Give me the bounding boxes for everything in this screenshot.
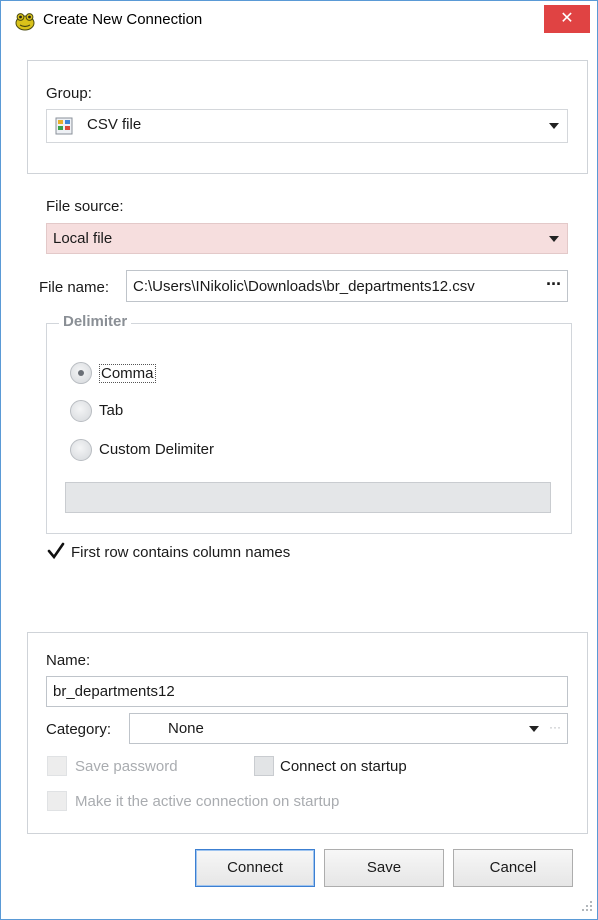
connect-on-startup-label[interactable]: Connect on startup — [280, 758, 407, 775]
app-frog-icon — [15, 13, 35, 31]
csv-file-icon — [55, 117, 73, 135]
save-password-checkbox[interactable] — [47, 756, 67, 776]
radio-custom-delimiter-label[interactable]: Custom Delimiter — [99, 441, 214, 458]
connect-button[interactable]: Connect — [195, 849, 315, 887]
checkmark-icon[interactable] — [47, 542, 65, 560]
name-value: br_departments12 — [53, 683, 175, 700]
group-select[interactable]: CSV file — [46, 109, 568, 143]
file-source-value: Local file — [53, 230, 113, 247]
make-active-checkbox[interactable] — [47, 791, 67, 811]
radio-custom-delimiter[interactable] — [70, 439, 92, 461]
close-button[interactable]: ✕ — [544, 5, 590, 33]
title-bar[interactable]: Create New Connection ✕ — [1, 1, 597, 38]
file-name-value: C:\Users\INikolic\Downloads\br_departmen… — [133, 278, 475, 295]
delimiter-legend: Delimiter — [59, 313, 132, 330]
connect-on-startup-checkbox[interactable] — [254, 756, 274, 776]
cancel-button[interactable]: Cancel — [453, 849, 573, 887]
file-source-label: File source: — [46, 198, 124, 215]
group-label: Group: — [46, 85, 92, 102]
radio-comma[interactable] — [70, 362, 92, 384]
category-label: Category: — [46, 721, 112, 738]
browse-button[interactable]: ··· — [546, 274, 562, 295]
chevron-down-icon — [549, 123, 559, 129]
category-value: None — [168, 720, 204, 737]
file-name-label: File name: — [39, 279, 110, 296]
file-name-input[interactable]: C:\Users\INikolic\Downloads\br_departmen… — [126, 270, 568, 302]
file-source-select[interactable]: Local file — [46, 223, 568, 254]
category-more-button[interactable]: ··· — [549, 720, 561, 734]
make-active-label: Make it the active connection on startup — [75, 793, 340, 810]
dialog-window: Create New Connection ✕ Group: CSV file … — [0, 0, 598, 920]
connection-details-panel: Name: br_departments12 Category: None ··… — [27, 632, 588, 834]
group-panel: Group: CSV file — [27, 60, 588, 174]
save-button[interactable]: Save — [324, 849, 444, 887]
radio-tab[interactable] — [70, 400, 92, 422]
chevron-down-icon — [529, 726, 539, 732]
radio-comma-label[interactable]: Comma — [99, 364, 156, 383]
name-input[interactable]: br_departments12 — [46, 676, 568, 707]
radio-tab-label[interactable]: Tab — [99, 402, 123, 419]
category-select[interactable]: None ··· — [129, 713, 568, 744]
first-row-label[interactable]: First row contains column names — [71, 544, 290, 561]
window-title: Create New Connection — [43, 11, 203, 28]
chevron-down-icon — [549, 236, 559, 242]
custom-delimiter-input[interactable] — [65, 482, 551, 513]
name-label: Name: — [46, 652, 91, 669]
close-icon: ✕ — [560, 10, 574, 27]
group-select-value: CSV file — [87, 116, 142, 133]
save-password-label: Save password — [75, 758, 178, 775]
resize-grip-icon[interactable] — [581, 900, 593, 912]
